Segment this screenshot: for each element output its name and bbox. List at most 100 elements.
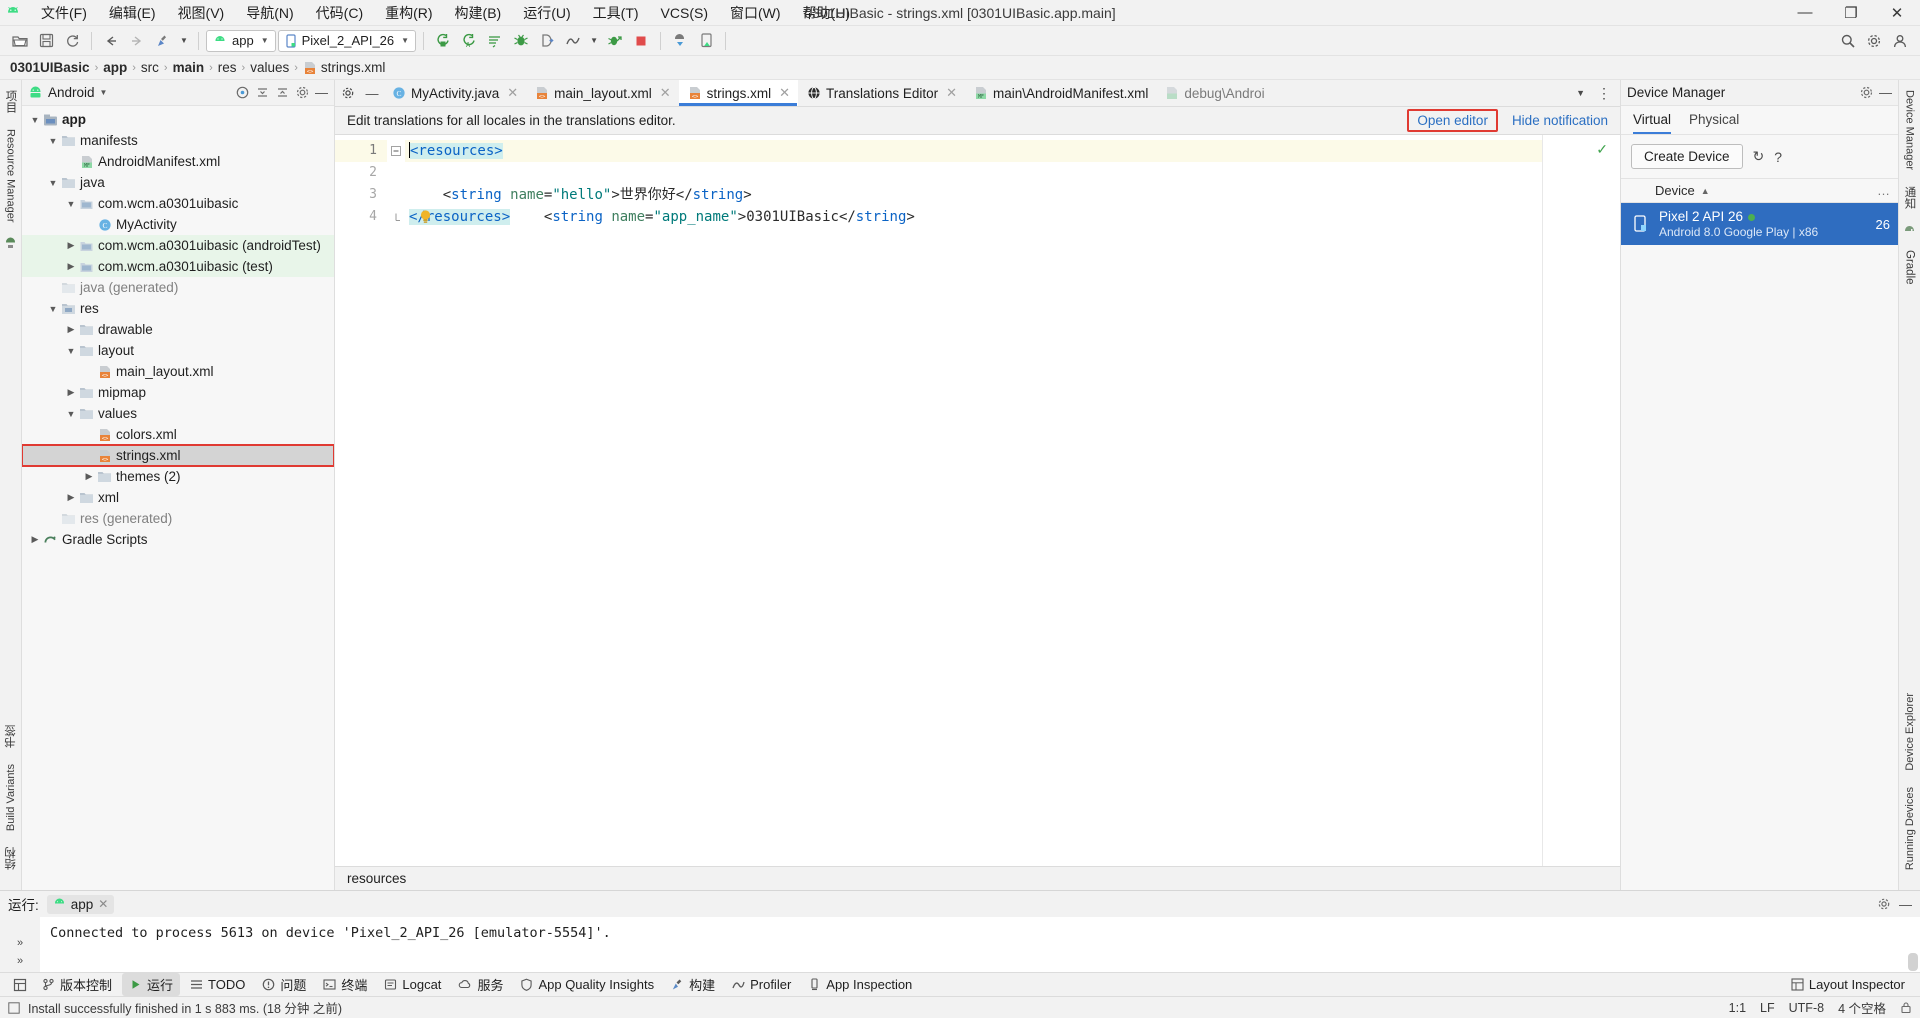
- device-column-label[interactable]: Device: [1655, 183, 1695, 198]
- rail-running-devices[interactable]: Running Devices: [1904, 783, 1916, 874]
- bottom-tab-todo[interactable]: TODO: [183, 975, 252, 994]
- run-settings-gear-icon[interactable]: [1877, 897, 1891, 912]
- tree-node-mipmap[interactable]: ▶ mipmap: [22, 382, 334, 403]
- chevron-right-icon[interactable]: ▶: [64, 492, 78, 503]
- menu-navigate[interactable]: 导航(N): [235, 0, 304, 26]
- menu-build[interactable]: 构建(B): [444, 0, 513, 26]
- rail-structure[interactable]: 结构: [3, 843, 19, 874]
- tree-node-com-wcm-a0301uibasic-test[interactable]: ▶ com.wcm.a0301uibasic (test): [22, 256, 334, 277]
- refresh-icon[interactable]: ↻: [1753, 148, 1765, 165]
- help-icon[interactable]: ?: [1774, 149, 1782, 165]
- tree-node-gradle-scripts[interactable]: ▶ Gradle Scripts: [22, 529, 334, 550]
- build-dropdown-icon[interactable]: ▼: [177, 29, 191, 53]
- breadcrumb-strings-xml[interactable]: strings.xml: [321, 60, 386, 75]
- debug-icon[interactable]: [509, 29, 533, 53]
- search-icon[interactable]: [1836, 29, 1860, 53]
- menu-vcs[interactable]: VCS(S): [650, 2, 719, 24]
- menu-tools[interactable]: 工具(T): [582, 0, 650, 26]
- tree-node-layout[interactable]: ▼ layout: [22, 340, 334, 361]
- fold-marker-open[interactable]: [387, 140, 405, 162]
- rail-device-icon[interactable]: [4, 235, 17, 252]
- chevron-down-icon[interactable]: ▼: [46, 178, 60, 188]
- hide-run-window-icon[interactable]: —: [1899, 897, 1912, 912]
- run-scroll-prev-icon[interactable]: »: [17, 937, 23, 949]
- bottom-tab-run[interactable]: 运行: [122, 973, 181, 996]
- chevron-down-icon[interactable]: ▼: [28, 115, 42, 125]
- tree-node-res-generated[interactable]: ▶res (generated): [22, 508, 334, 529]
- editor-tab-settings-icon[interactable]: [335, 80, 361, 106]
- tab-strings-xml[interactable]: <> strings.xml ✕: [678, 80, 799, 106]
- tree-node-manifests[interactable]: ▼ manifests: [22, 130, 334, 151]
- inspection-ok-icon[interactable]: ✓: [1596, 141, 1608, 158]
- breadcrumb-app[interactable]: app: [103, 60, 127, 75]
- hide-device-manager-icon[interactable]: —: [1879, 85, 1892, 100]
- fold-marker-close[interactable]: [387, 206, 405, 228]
- run-anything-icon[interactable]: [603, 29, 627, 53]
- menu-window[interactable]: 窗口(W): [719, 0, 792, 26]
- menu-edit[interactable]: 编辑(E): [98, 0, 167, 26]
- run-scroll-next-icon[interactable]: »: [17, 955, 23, 967]
- bottom-tab-build[interactable]: 构建: [664, 973, 722, 996]
- sync-project-icon[interactable]: [60, 29, 84, 53]
- device-manager-toolbar-icon[interactable]: [694, 29, 718, 53]
- attach-debugger-icon[interactable]: [535, 29, 559, 53]
- code-folding-gutter[interactable]: [387, 135, 405, 866]
- device-column-more-icon[interactable]: …: [1877, 183, 1890, 198]
- breadcrumb-res[interactable]: res: [218, 60, 237, 75]
- tree-node-drawable[interactable]: ▶ drawable: [22, 319, 334, 340]
- stop-button-icon[interactable]: [629, 29, 653, 53]
- bottom-tab-terminal[interactable]: 终端: [316, 973, 374, 996]
- console-scrollbar-thumb[interactable]: [1908, 953, 1918, 971]
- tab-physical-devices[interactable]: Physical: [1689, 112, 1739, 134]
- rail-device-manager[interactable]: Device Manager: [1904, 86, 1916, 174]
- rail-gradle-elephant-icon[interactable]: [1903, 221, 1916, 238]
- file-encoding[interactable]: UTF-8: [1789, 1001, 1824, 1015]
- bottom-breadcrumb-text[interactable]: resources: [347, 871, 406, 886]
- apply-changes-icon[interactable]: A: [457, 29, 481, 53]
- build-project-icon[interactable]: [151, 29, 175, 53]
- save-all-icon[interactable]: [34, 29, 58, 53]
- tab-myactivity-java[interactable]: C MyActivity.java ✕: [383, 80, 526, 106]
- account-icon[interactable]: [1888, 29, 1912, 53]
- bottom-tab-layout-inspector[interactable]: Layout Inspector: [1784, 975, 1912, 994]
- chevron-down-icon[interactable]: ▼: [64, 409, 78, 419]
- menu-refactor[interactable]: 重构(R): [374, 0, 443, 26]
- close-icon-4[interactable]: ✕: [943, 85, 957, 101]
- open-editor-link[interactable]: Open editor: [1407, 109, 1498, 132]
- tree-node-java-generated[interactable]: ▶java (generated): [22, 277, 334, 298]
- project-view-name[interactable]: Android: [48, 85, 95, 100]
- tab-virtual-devices[interactable]: Virtual: [1633, 112, 1672, 134]
- collapse-all-icon[interactable]: [275, 85, 290, 100]
- create-device-button[interactable]: Create Device: [1631, 144, 1743, 169]
- editor-error-stripe[interactable]: ✓: [1542, 135, 1620, 866]
- rail-project[interactable]: 项目: [3, 86, 19, 117]
- tree-node-themes-2[interactable]: ▶ themes (2): [22, 466, 334, 487]
- bottom-tab-profiler[interactable]: Profiler: [725, 975, 798, 994]
- tool-windows-menu-icon[interactable]: [8, 978, 32, 992]
- hide-project-pane-icon[interactable]: —: [315, 85, 328, 100]
- profile-icon[interactable]: [561, 29, 585, 53]
- rail-device-explorer[interactable]: Device Explorer: [1904, 689, 1916, 775]
- close-icon-3[interactable]: ✕: [776, 85, 790, 101]
- rail-gradle[interactable]: Gradle: [1904, 246, 1916, 289]
- close-icon[interactable]: ✕: [504, 85, 518, 101]
- status-info-icon[interactable]: [8, 1001, 20, 1014]
- run-with-coverage-icon[interactable]: [483, 29, 507, 53]
- chevron-right-icon[interactable]: ▶: [64, 387, 78, 398]
- tree-node-strings-xml[interactable]: ▶<>strings.xml: [22, 444, 334, 467]
- rail-resource-manager[interactable]: Resource Manager: [5, 125, 17, 227]
- close-button[interactable]: ✕: [1874, 0, 1920, 25]
- tree-node-app[interactable]: ▼ app: [22, 109, 334, 130]
- gear-icon[interactable]: [1859, 85, 1874, 100]
- device-row-pixel2[interactable]: Pixel 2 API 26 Android 8.0 Google Play |…: [1621, 203, 1898, 245]
- tree-node-com-wcm-a0301uibasic[interactable]: ▼ com.wcm.a0301uibasic: [22, 193, 334, 214]
- run-tab-close-icon[interactable]: ✕: [98, 897, 108, 911]
- code-content[interactable]: <resources> <string name="app_name">0301…: [405, 135, 1542, 866]
- editor-hide-icon[interactable]: —: [361, 80, 383, 106]
- rail-notifications[interactable]: 通知: [1902, 182, 1918, 213]
- chevron-down-icon[interactable]: ▼: [64, 199, 78, 209]
- run-button-icon[interactable]: [431, 29, 455, 53]
- chevron-down-icon[interactable]: ▼: [46, 304, 60, 314]
- tab-debug-android[interactable]: debug\Androi: [1156, 80, 1272, 106]
- sort-ascending-icon[interactable]: ▲: [1701, 186, 1710, 196]
